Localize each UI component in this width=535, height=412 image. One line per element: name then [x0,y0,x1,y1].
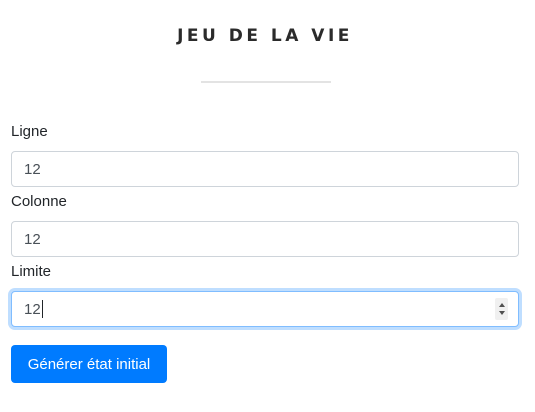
page: JEU DE LA VIE Ligne 12 Colonne 12 Limite… [0,0,535,412]
colonne-label: Colonne [11,193,67,210]
text-cursor [41,300,43,318]
title-divider [201,81,331,83]
limite-value: 12 [24,300,41,318]
ligne-label: Ligne [11,123,48,140]
colonne-value: 12 [24,230,41,248]
colonne-input[interactable]: 12 [11,221,519,257]
ligne-value: 12 [24,160,41,178]
limite-input[interactable]: 12 [11,291,519,327]
limite-label: Limite [11,263,52,280]
ligne-input[interactable]: 12 [11,151,519,187]
generate-initial-state-button[interactable]: Générer état initial [11,345,167,383]
page-title: JEU DE LA VIE [177,26,353,46]
spinner-up-icon[interactable] [498,302,505,307]
number-spinner[interactable] [495,298,508,320]
spinner-down-icon[interactable] [498,311,505,316]
